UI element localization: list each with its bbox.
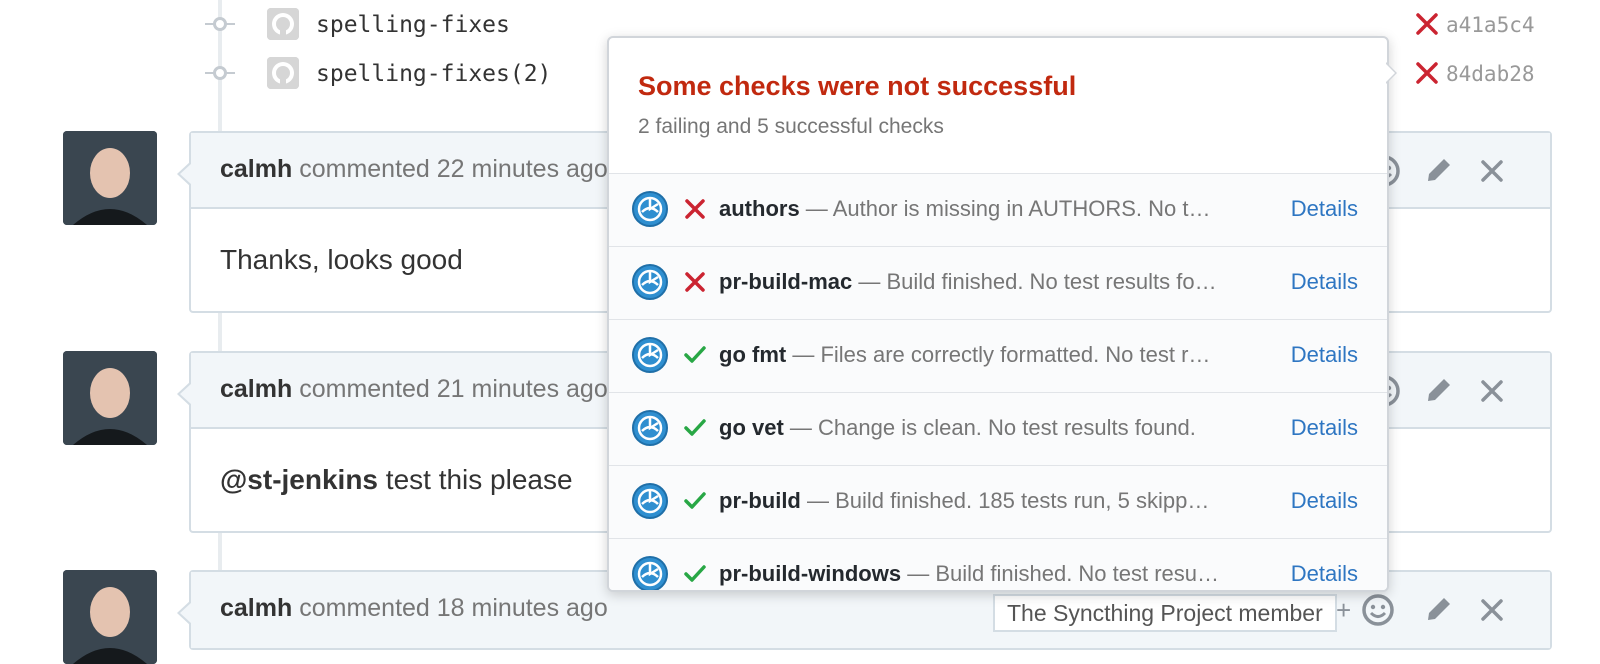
check-details-link[interactable]: Details (1291, 488, 1358, 514)
check-row: pr-build-mac — Build finished. No test r… (609, 247, 1387, 320)
smiley-icon[interactable] (1360, 592, 1396, 628)
comment-author[interactable]: calmh (220, 155, 292, 183)
pencil-icon[interactable] (1420, 153, 1456, 189)
check-details-link[interactable]: Details (1291, 342, 1358, 368)
check-name: authors (719, 196, 800, 221)
check-text: pr-build-mac — Build finished. No test r… (719, 269, 1254, 295)
check-description: Author is missing in AUTHORS. No t… (832, 196, 1211, 221)
comment-timestamp[interactable]: commented 18 minutes ago (299, 594, 608, 622)
comment-meta: calmh commented 22 minutes ago (220, 155, 608, 184)
check-name: go vet (719, 415, 784, 440)
jenkins-logo-icon (631, 190, 669, 228)
commit-node-icon (205, 65, 235, 81)
check-name: pr-build-mac (719, 269, 853, 294)
user-avatar[interactable] (63, 351, 157, 445)
pencil-icon[interactable] (1420, 373, 1456, 409)
x-icon[interactable] (1413, 59, 1441, 87)
x-icon[interactable] (1474, 373, 1510, 409)
user-avatar[interactable] (63, 570, 157, 664)
commit-message[interactable]: spelling-fixes (316, 12, 510, 38)
github-avatar-icon[interactable] (267, 57, 299, 89)
check-separator: — (799, 196, 833, 221)
check-icon (682, 415, 708, 441)
check-name: pr-build-windows (719, 561, 902, 586)
check-row: go fmt — Files are correctly formatted. … (609, 320, 1387, 393)
check-row: pr-build — Build finished. 185 tests run… (609, 466, 1387, 539)
check-separator: — (901, 561, 936, 586)
check-text: pr-build-windows — Build finished. No te… (719, 561, 1254, 587)
check-row: pr-build-windows — Build finished. No te… (609, 539, 1387, 590)
comment-text: @st-jenkins test this please (220, 464, 573, 496)
x-icon[interactable] (1474, 592, 1510, 628)
check-separator: — (786, 342, 821, 367)
comment-text: Thanks, looks good (220, 244, 463, 276)
checks-list: authors — Author is missing in AUTHORS. … (609, 174, 1387, 590)
comment-meta: calmh commented 21 minutes ago (220, 375, 608, 404)
check-details-link[interactable]: Details (1291, 269, 1358, 295)
github-avatar-icon[interactable] (267, 8, 299, 40)
user-mention[interactable]: @st-jenkins (220, 464, 378, 495)
check-name: go fmt (719, 342, 787, 367)
timeline-line (218, 0, 222, 638)
member-badge: The Syncthing Project member (993, 594, 1337, 632)
comment-author[interactable]: calmh (220, 375, 292, 403)
check-icon (682, 488, 708, 514)
check-icon (682, 342, 708, 368)
x-icon[interactable] (1413, 10, 1441, 38)
check-description: Change is clean. No test results found. (818, 415, 1196, 440)
commit-sha[interactable]: a41a5c4 (1446, 13, 1535, 37)
comment-actions: + (1336, 592, 1526, 628)
check-description: Files are correctly formatted. No test r… (820, 342, 1211, 367)
comment-author[interactable]: calmh (220, 594, 292, 622)
x-icon (682, 196, 708, 222)
check-details-link[interactable]: Details (1291, 415, 1358, 441)
jenkins-logo-icon (631, 336, 669, 374)
check-text: go fmt — Files are correctly formatted. … (719, 342, 1254, 368)
check-description: Build finished. No test resu… (935, 561, 1220, 586)
check-separator: — (783, 415, 819, 440)
popover-caret (1386, 64, 1395, 82)
check-description: Build finished. 185 tests run, 5 skipp… (835, 488, 1210, 513)
jenkins-logo-icon (631, 555, 669, 590)
commit-sha[interactable]: 84dab28 (1446, 62, 1535, 86)
check-row: authors — Author is missing in AUTHORS. … (609, 174, 1387, 247)
jenkins-logo-icon (631, 263, 669, 301)
check-details-link[interactable]: Details (1291, 196, 1358, 222)
user-avatar[interactable] (63, 131, 157, 225)
check-description: Build finished. No test results fo… (886, 269, 1217, 294)
x-icon (682, 269, 708, 295)
popover-title: Some checks were not successful (638, 71, 1077, 101)
check-text: pr-build — Build finished. 185 tests run… (719, 488, 1254, 514)
comment-meta: calmh commented 18 minutes ago (220, 594, 608, 623)
comment-timestamp[interactable]: commented 21 minutes ago (299, 375, 608, 403)
comment-body-text: Thanks, looks good (220, 244, 463, 275)
check-row: go vet — Change is clean. No test result… (609, 393, 1387, 466)
check-icon (682, 561, 708, 587)
check-name: pr-build (719, 488, 801, 513)
add-reaction-plus[interactable]: + (1336, 592, 1360, 628)
commit-message[interactable]: spelling-fixes(2) (316, 61, 551, 87)
commit-node-icon (205, 16, 235, 32)
comment-timestamp[interactable]: commented 22 minutes ago (299, 155, 608, 183)
check-separator: — (852, 269, 887, 294)
checks-popover: Some checks were not successful 2 failin… (607, 36, 1389, 592)
pencil-icon[interactable] (1420, 592, 1456, 628)
check-details-link[interactable]: Details (1291, 561, 1358, 587)
x-icon[interactable] (1474, 153, 1510, 189)
comment-body-text: test this please (378, 464, 573, 495)
check-text: authors — Author is missing in AUTHORS. … (719, 196, 1254, 222)
popover-header: Some checks were not successful 2 failin… (609, 38, 1387, 174)
popover-subtitle: 2 failing and 5 successful checks (638, 115, 944, 138)
check-separator: — (800, 488, 836, 513)
jenkins-logo-icon (631, 409, 669, 447)
check-text: go vet — Change is clean. No test result… (719, 415, 1254, 441)
jenkins-logo-icon (631, 482, 669, 520)
